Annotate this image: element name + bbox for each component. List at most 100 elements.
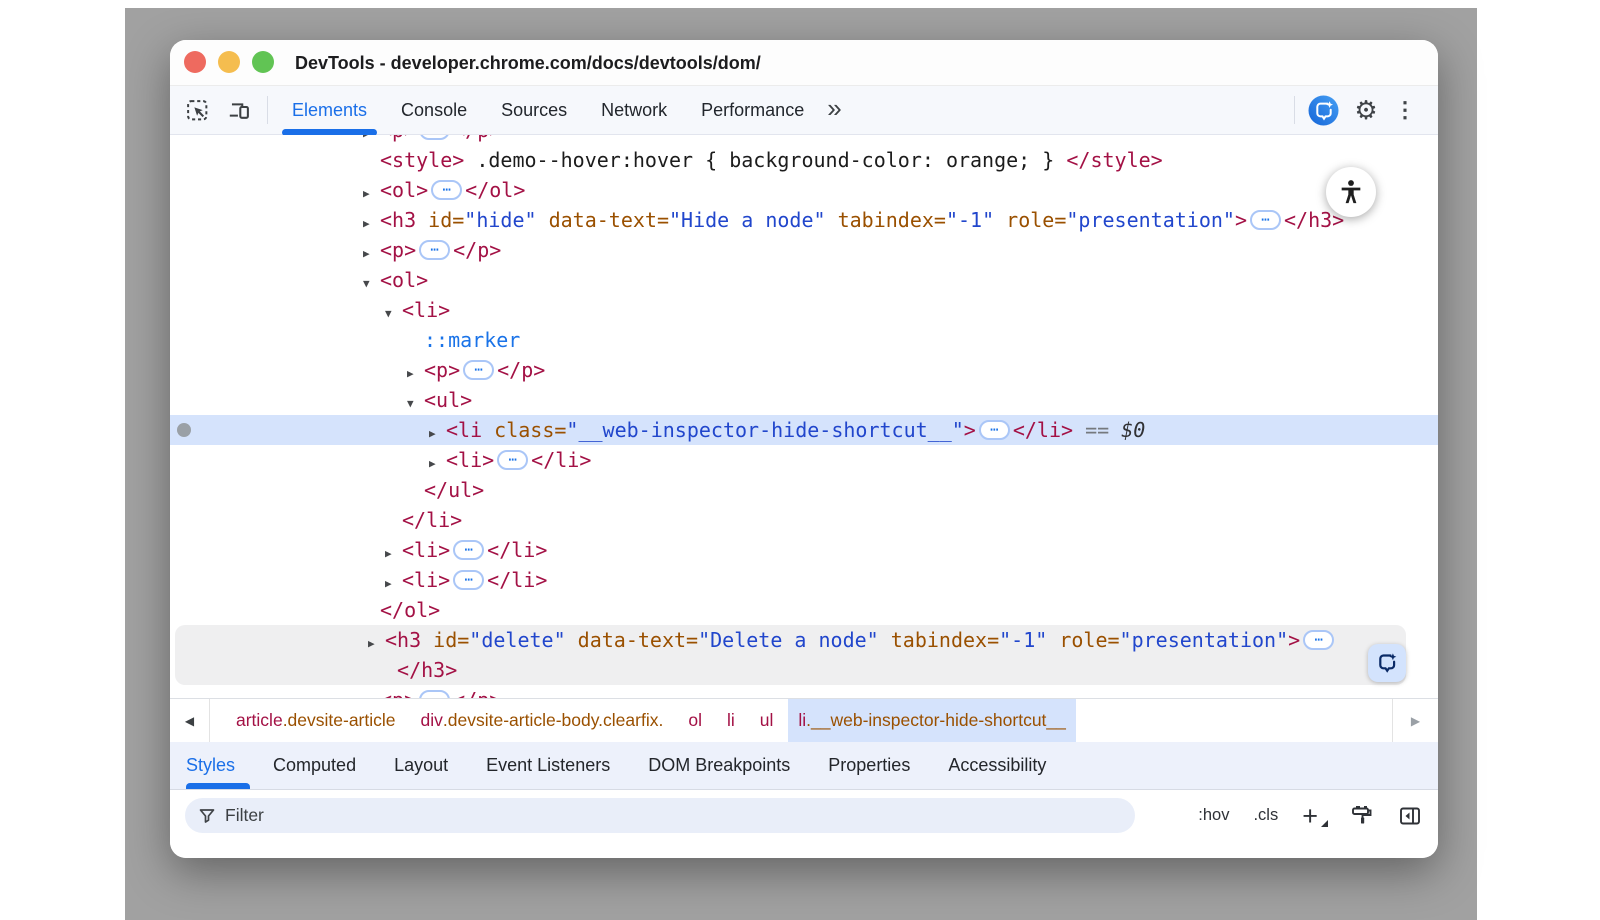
dom-node-row[interactable]: </ul> (170, 475, 1438, 505)
dom-node-row[interactable]: ▼<li> (170, 295, 1438, 325)
styles-tab-event-listeners[interactable]: Event Listeners (467, 742, 629, 789)
dom-node-row[interactable]: ▶<h3 id="delete" data-text="Delete a nod… (175, 625, 1406, 655)
page-backdrop: DevTools - developer.chrome.com/docs/dev… (125, 8, 1477, 920)
collapsed-children-badge[interactable]: ⋯ (431, 180, 462, 200)
collapsed-children-badge[interactable]: ⋯ (1303, 630, 1334, 650)
dom-token-val: "Delete a node" (698, 628, 879, 652)
styles-tab-accessibility[interactable]: Accessibility (929, 742, 1065, 789)
kebab-menu-icon[interactable]: ⋮ (1388, 97, 1422, 123)
dom-node-row[interactable]: </ol> (170, 595, 1438, 625)
breadcrumb-item-li[interactable]: li (717, 699, 745, 742)
dom-node-row[interactable]: ▶<p>⋯</p> (170, 135, 1438, 145)
styles-tab-properties[interactable]: Properties (809, 742, 929, 789)
breadcrumb-tag: li (798, 710, 806, 731)
selected-styles-tab-underline (186, 783, 250, 789)
inspect-element-icon[interactable] (176, 86, 218, 134)
dom-node-row[interactable]: ▶<li>⋯</li> (170, 445, 1438, 475)
tab-sources[interactable]: Sources (484, 86, 584, 134)
dom-node-row[interactable]: ▶<h3 id="hide" data-text="Hide a node" t… (170, 205, 1438, 235)
dom-token-attr: role= (994, 208, 1066, 232)
breadcrumb-item-article-devsite-article[interactable]: article.devsite-article (226, 699, 406, 742)
breadcrumb-scroll-right-icon[interactable]: ▶ (1392, 699, 1438, 742)
dom-node-row[interactable]: <style> .demo--hover:hover { background-… (170, 145, 1438, 175)
dom-node-row[interactable]: ▶<p>⋯</p> (170, 685, 1438, 698)
dom-token-attr: data-text= (537, 208, 669, 232)
styles-tab-styles[interactable]: Styles (186, 742, 254, 789)
collapsed-children-badge[interactable]: ⋯ (497, 450, 528, 470)
styles-tab-layout[interactable]: Layout (375, 742, 467, 789)
more-tabs-icon[interactable]: » (821, 93, 853, 128)
ai-assistance-fab[interactable] (1368, 644, 1406, 682)
breadcrumb-tag: ol (688, 710, 702, 731)
dom-token-val: "presentation" (1120, 628, 1289, 652)
dom-node-row[interactable]: </h3> (175, 655, 1406, 685)
dom-node-row[interactable]: ▶<ol>⋯</ol> (170, 175, 1438, 205)
breadcrumb-scroll-left-icon[interactable]: ◀ (170, 699, 210, 742)
dom-node-row[interactable]: ▶<li>⋯</li> (170, 565, 1438, 595)
dom-token-val: "-1" (999, 628, 1047, 652)
toggle-sidebar-icon[interactable] (1398, 804, 1422, 828)
breadcrumb-item-div-devsite-article-body-clearfix[interactable]: div.devsite-article-body.clearfix. (411, 699, 674, 742)
styles-tab-dom-breakpoints[interactable]: DOM Breakpoints (629, 742, 809, 789)
tab-network[interactable]: Network (584, 86, 684, 134)
tab-elements[interactable]: Elements (275, 86, 384, 134)
breadcrumb-classes: .devsite-article-body.clearfix. (443, 710, 663, 731)
dom-node-row[interactable]: ▼<ol> (170, 265, 1438, 295)
pseudo-state-toggle[interactable]: :hov (1198, 806, 1229, 825)
collapsed-children-badge[interactable]: ⋯ (419, 240, 450, 260)
expand-arrow-right-icon[interactable]: ▶ (363, 689, 380, 698)
dom-token-attr: tabindex= (826, 208, 946, 232)
breadcrumb-item-li-web-inspector-hide-shortcut[interactable]: li.__web-inspector-hide-shortcut__ (788, 699, 1076, 742)
breadcrumb-classes: .__web-inspector-hide-shortcut__ (806, 710, 1066, 731)
accessibility-person-icon (1337, 178, 1365, 206)
devtools-toolbar: ElementsConsoleSourcesNetworkPerformance… (170, 86, 1438, 135)
dom-token-tag: </p> (453, 688, 501, 698)
tab-console[interactable]: Console (384, 86, 484, 134)
dom-node-row[interactable]: ▶<li>⋯</li> (170, 535, 1438, 565)
collapsed-children-badge[interactable]: ⋯ (419, 690, 450, 698)
collapsed-children-badge[interactable]: ⋯ (453, 570, 484, 590)
device-toolbar-icon[interactable] (218, 86, 260, 134)
new-style-rule-button[interactable]: + (1302, 806, 1326, 826)
settings-gear-icon[interactable]: ⚙ (1344, 95, 1388, 126)
dom-token-attr: role= (1047, 628, 1119, 652)
filter-input[interactable] (225, 805, 825, 826)
close-window-button[interactable] (184, 51, 206, 73)
dom-node-row[interactable]: ::marker (170, 325, 1438, 355)
element-classes-toggle[interactable]: .cls (1253, 806, 1278, 825)
dom-token-val: "-1" (946, 208, 994, 232)
breadcrumb-bar: ◀ article.devsite-articlediv.devsite-art… (170, 698, 1438, 742)
dom-token-tag: <ol> (380, 178, 428, 202)
dom-token-tag: <li (446, 418, 482, 442)
rendering-emulations-icon[interactable] (1350, 804, 1374, 828)
collapsed-children-badge[interactable]: ⋯ (1250, 210, 1281, 230)
collapsed-children-badge[interactable]: ⋯ (463, 360, 494, 380)
dom-node-row[interactable]: ▶<p>⋯</p> (170, 235, 1438, 265)
collapsed-children-badge[interactable]: ⋯ (419, 135, 450, 140)
dom-token-tag: > (964, 418, 976, 442)
collapsed-children-badge[interactable]: ⋯ (979, 420, 1010, 440)
dom-token-attr: id= (416, 208, 464, 232)
collapsed-children-badge[interactable]: ⋯ (453, 540, 484, 560)
style-filter-field[interactable] (185, 798, 1135, 833)
ai-assistance-icon[interactable] (1302, 86, 1344, 134)
breadcrumb-tag: ul (760, 710, 774, 731)
dom-node-row[interactable]: </li> (170, 505, 1438, 535)
dom-token-tag: > (1235, 208, 1247, 232)
minimize-window-button[interactable] (218, 51, 240, 73)
dom-token-tag: <li> (402, 298, 450, 322)
maximize-window-button[interactable] (252, 51, 274, 73)
breadcrumb-item-ul[interactable]: ul (750, 699, 784, 742)
dom-token-eq: == (1073, 418, 1121, 442)
tab-performance[interactable]: Performance (684, 86, 821, 134)
accessibility-fab[interactable] (1326, 167, 1376, 217)
styles-tab-computed[interactable]: Computed (254, 742, 375, 789)
breadcrumb-item-ol[interactable]: ol (678, 699, 712, 742)
dom-token-tag: <li> (402, 538, 450, 562)
dom-token-tag: <li> (402, 568, 450, 592)
dom-node-row[interactable]: ▶<p>⋯</p> (170, 355, 1438, 385)
dom-token-attr: id= (421, 628, 469, 652)
dom-node-row[interactable]: ▼<ul> (170, 385, 1438, 415)
breadcrumb-classes: .devsite-article (283, 710, 396, 731)
dom-node-row-selected[interactable]: ▶<li class="__web-inspector-hide-shortcu… (170, 415, 1438, 445)
